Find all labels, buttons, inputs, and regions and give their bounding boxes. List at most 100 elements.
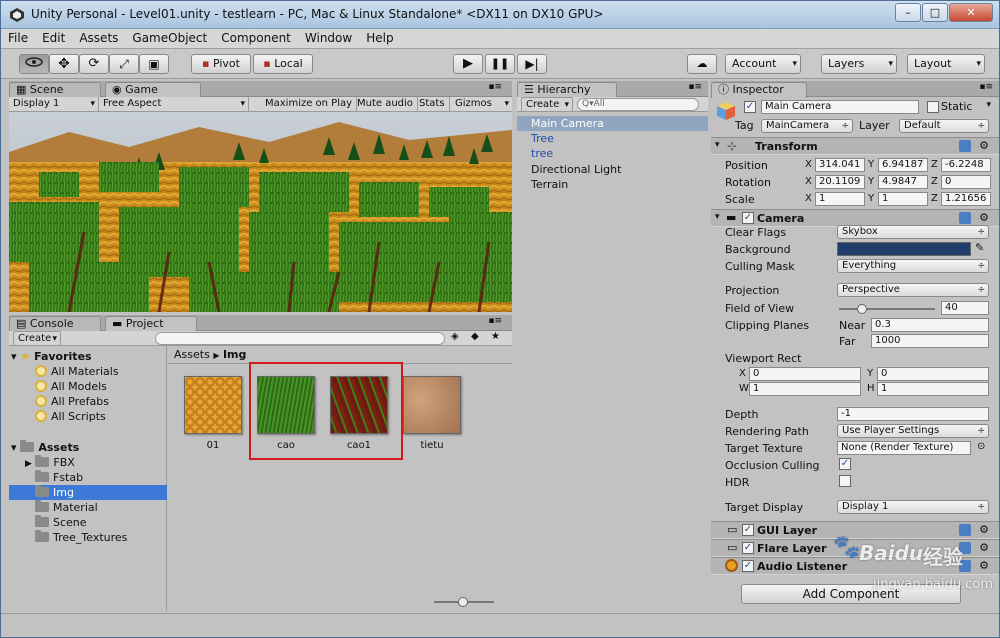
transform-header[interactable]: ▾ ⊹ Transform ⚙ [711,137,999,155]
static-dropdown-arrow-icon[interactable]: ▾ [986,100,991,110]
favorites-header[interactable]: ▾ ★ Favorites [11,349,92,364]
local-button[interactable]: ▪ Local [253,54,313,74]
viewport-h-field[interactable]: 1 [877,382,989,396]
menu-component[interactable]: Component [214,29,298,45]
position-x-field[interactable]: 314.041 [815,158,865,172]
menu-file[interactable]: File [1,29,35,45]
hierarchy-menu-icon[interactable]: ▪≡ [688,82,702,92]
gizmos-dropdown[interactable]: Gizmos [451,97,512,112]
maximize-on-play-toggle[interactable]: Maximize on Play [261,97,358,112]
culling-mask-dropdown[interactable]: Everything [837,259,989,273]
scale-x-field[interactable]: 1 [815,192,865,206]
folder-material[interactable]: Material [35,500,98,515]
project-panel-menu-icon[interactable]: ▪≡ [488,316,502,326]
position-y-field[interactable]: 6.94187 [878,158,928,172]
thumbnail-size-slider[interactable] [434,597,494,607]
panel-menu-icon[interactable]: ▪≡ [488,82,502,92]
favorite-all-materials[interactable]: All Materials [35,364,119,379]
minimize-button[interactable]: – [895,3,921,22]
favorite-all-models[interactable]: All Models [35,379,107,394]
fov-slider[interactable] [839,304,935,314]
rotation-z-field[interactable]: 0 [941,175,991,189]
menu-help[interactable]: Help [359,29,400,45]
depth-field[interactable]: -1 [837,407,989,421]
rendering-path-dropdown[interactable]: Use Player Settings [837,424,989,438]
hierarchy-item-directional-light[interactable]: Directional Light [531,162,621,177]
eyedropper-icon[interactable]: ✎ [975,241,984,254]
position-z-field[interactable]: -6.2248 [941,158,991,172]
target-texture-field[interactable]: None (Render Texture) [837,441,971,455]
viewport-x-field[interactable]: 0 [749,367,861,381]
folder-tree-textures[interactable]: Tree_Textures [35,530,127,545]
step-button[interactable]: ▶| [517,54,547,74]
pause-button[interactable]: ❚❚ [485,54,515,74]
view-tool-button[interactable] [19,54,49,74]
clear-flags-dropdown[interactable]: Skybox [837,225,989,239]
aspect-dropdown[interactable]: Free Aspect [99,97,249,112]
slider-handle[interactable] [458,597,468,607]
breadcrumb-root[interactable]: Assets [174,348,210,361]
assets-header[interactable]: ▾ Assets [11,440,79,455]
inspector-menu-icon[interactable]: ▪≡ [979,82,993,92]
display-dropdown[interactable]: Display 1 [9,97,99,112]
audio-listener-checkbox[interactable]: ✓ [742,560,754,572]
fov-field[interactable]: 40 [941,301,989,315]
close-button[interactable]: ✕ [949,3,993,22]
far-field[interactable]: 1000 [871,334,989,348]
hierarchy-item-tree-lower[interactable]: tree [531,146,553,161]
folder-fstab[interactable]: Fstab [35,470,83,485]
tab-hierarchy[interactable]: ☰ Hierarchy [517,82,617,98]
menu-edit[interactable]: Edit [35,29,72,45]
rect-tool-button[interactable]: ▣ [139,54,169,74]
game-view-render[interactable] [9,112,512,312]
maximize-button[interactable]: □ [922,3,948,22]
background-color-swatch[interactable] [837,242,971,256]
tag-dropdown[interactable]: MainCamera [761,119,853,133]
hierarchy-item-tree[interactable]: Tree [531,131,554,146]
help-book-icon[interactable] [959,212,971,224]
hierarchy-create-dropdown[interactable]: Create [521,97,573,112]
tab-inspector[interactable]: ⓘ Inspector [711,82,807,98]
folder-img[interactable]: Img [9,485,167,500]
tab-game[interactable]: ◉ Game [105,82,201,98]
component-settings-gear-icon[interactable]: ⚙ [979,211,989,224]
near-field[interactable]: 0.3 [871,318,989,332]
scale-y-field[interactable]: 1 [878,192,928,206]
cloud-button[interactable]: ☁ [687,54,717,74]
hierarchy-item-main-camera[interactable]: Main Camera [517,116,708,131]
rotation-x-field[interactable]: 20.1109 [815,175,865,189]
object-picker-icon[interactable]: ⊙ [977,441,985,452]
help-book-icon[interactable] [959,140,971,152]
account-dropdown[interactable]: Account [725,54,801,74]
active-checkbox[interactable]: ✓ [744,101,756,113]
camera-enabled-checkbox[interactable]: ✓ [742,212,754,224]
layout-dropdown[interactable]: Layout [907,54,985,74]
hierarchy-item-terrain[interactable]: Terrain [531,177,568,192]
filter-type-icon[interactable]: ◈ [451,331,459,342]
project-create-dropdown[interactable]: Create [13,331,61,346]
pivot-button[interactable]: ▪ Pivot [191,54,251,74]
tab-project[interactable]: ▬ Project [105,316,197,332]
static-checkbox[interactable] [927,101,939,113]
breadcrumb-current[interactable]: Img [223,348,246,361]
target-display-dropdown[interactable]: Display 1 [837,500,989,514]
occlusion-culling-checkbox[interactable]: ✓ [839,458,851,470]
tab-scene[interactable]: ▦ Scene [9,82,101,97]
gui-layer-checkbox[interactable]: ✓ [742,524,754,536]
menu-gameobject[interactable]: GameObject [125,29,214,45]
folder-fbx[interactable]: ▶ FBX [25,455,75,470]
projection-dropdown[interactable]: Perspective [837,283,989,297]
favorite-all-scripts[interactable]: All Scripts [35,409,106,424]
fov-slider-handle[interactable] [857,304,867,314]
viewport-w-field[interactable]: 1 [749,382,861,396]
scale-z-field[interactable]: 1.21656 [941,192,991,206]
asset-01[interactable]: 01 [182,376,244,451]
layer-dropdown[interactable]: Default [899,119,989,133]
favorite-all-prefabs[interactable]: All Prefabs [35,394,109,409]
hierarchy-search-input[interactable]: Q▾All [577,98,699,111]
tab-console[interactable]: ▤ Console [9,316,101,331]
move-tool-button[interactable]: ✥ [49,54,79,74]
asset-tietu[interactable]: tietu [401,376,463,451]
mute-audio-toggle[interactable]: Mute audio [353,97,418,112]
menu-assets[interactable]: Assets [72,29,125,45]
